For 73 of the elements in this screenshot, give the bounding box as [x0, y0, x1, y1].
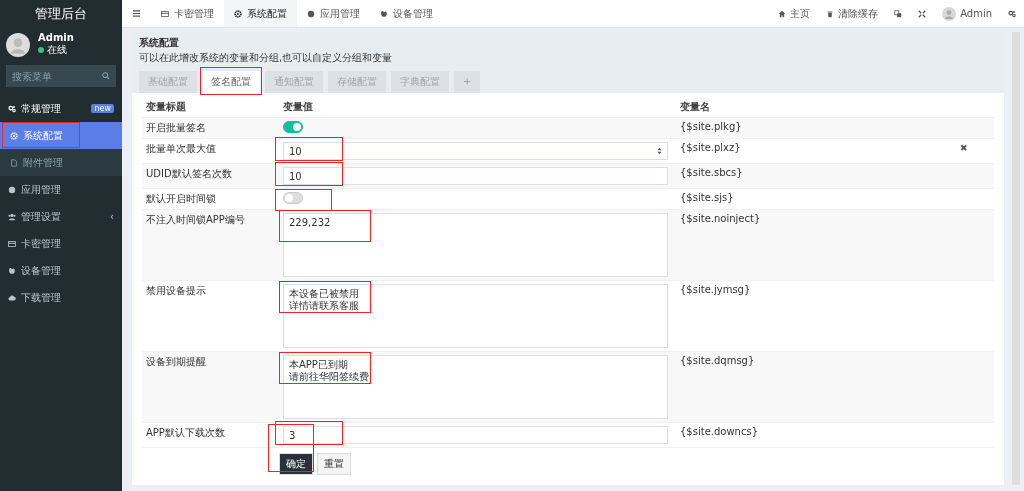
page-tab[interactable]: 系统配置 [224, 0, 297, 27]
menu-search-field[interactable]: 搜索菜单 [6, 65, 116, 87]
search-icon[interactable] [102, 72, 110, 80]
variable-name: {$site.plxz} [679, 141, 742, 155]
fullscreen-icon[interactable] [918, 9, 927, 18]
variable-name: {$site.sjs} [679, 191, 735, 205]
user-name: Admin [38, 32, 74, 43]
variable-name: {$site.jymsg} [679, 283, 752, 297]
circle-icon [307, 9, 315, 18]
card-icon [8, 239, 16, 248]
variable-name: {$site.dqmsg} [679, 354, 756, 368]
page-description: 可以在此增改系统的变量和分组,也可以自定义分组和变量 [139, 51, 394, 65]
apple-icon [8, 266, 16, 275]
sidebar-item[interactable]: 附件管理 [0, 149, 122, 176]
spinner-icon[interactable] [657, 147, 662, 155]
page-tab[interactable]: 设备管理 [370, 0, 443, 27]
confirm-button[interactable]: 确定 [279, 453, 313, 475]
menu-icon[interactable] [132, 9, 141, 18]
user-status: 在线 [47, 43, 67, 57]
online-dot [38, 47, 44, 53]
toolbar-link[interactable]: 主页 [770, 6, 819, 21]
gear-icon [10, 131, 18, 140]
user-avatar [6, 32, 30, 57]
gear-icon [234, 9, 242, 18]
variable-title: 开启批量签名 [145, 121, 207, 135]
column-header: 变量名 [679, 100, 711, 114]
variable-name: {$site.downcs} [679, 425, 760, 439]
variable-title: UDID默认签名次数 [145, 167, 233, 181]
column-header: 变量值 [283, 101, 313, 112]
circle-icon [8, 185, 16, 194]
gears-icon [8, 104, 16, 113]
page-tab[interactable]: 卡密管理 [151, 0, 224, 27]
column-header: 变量标题 [145, 100, 187, 114]
caret-icon: ‹ [110, 211, 114, 222]
variable-title: 默认开启时间锁 [145, 192, 217, 206]
variable-title: 禁用设备提示 [145, 284, 207, 298]
file-icon [10, 158, 18, 167]
value-textarea[interactable]: 229,232 [283, 213, 668, 277]
app-title: 管理后台 [34, 5, 88, 23]
sidebar-item[interactable]: 设备管理 [0, 257, 122, 284]
gears-icon [1008, 9, 1016, 18]
sidebar-item[interactable]: 应用管理 [0, 176, 122, 203]
apple-icon [380, 9, 388, 18]
remove-button[interactable]: ✖ [960, 143, 968, 153]
variable-name: {$site.noinject} [679, 212, 762, 226]
variable-title: APP默认下载次数 [145, 426, 226, 440]
sidebar-item[interactable]: 常规管理 new [0, 95, 122, 122]
reset-button[interactable]: 重置 [317, 453, 351, 475]
scrollbar[interactable] [1012, 32, 1020, 485]
avatar-icon [942, 6, 957, 21]
card-icon [161, 9, 169, 18]
sidebar-item[interactable]: 系统配置 [0, 122, 122, 149]
sidebar-item[interactable]: 管理设置 ‹ [0, 203, 122, 230]
page-title: 系统配置 [139, 36, 180, 50]
new-badge: new [91, 104, 114, 113]
variable-title: 设备到期提醒 [145, 355, 207, 369]
translate-icon[interactable] [894, 9, 903, 18]
value-textarea[interactable]: 本设备已被禁用 详情请联系客服 [283, 284, 668, 348]
sidebar-item[interactable]: 下载管理 [0, 284, 122, 311]
sidebar-item[interactable]: 卡密管理 [0, 230, 122, 257]
toolbar-link[interactable]: Admin [934, 6, 1000, 21]
toggle-switch[interactable] [283, 192, 303, 204]
variable-title: 批量单次最大值 [145, 142, 217, 156]
cloud-icon [8, 293, 16, 302]
variable-name: {$site.sbcs} [679, 166, 744, 180]
variable-name: {$site.plkg} [679, 120, 743, 134]
toggle-switch[interactable] [283, 121, 303, 133]
variable-title: 不注入时间锁APP编号 [145, 213, 246, 227]
users-icon [8, 212, 16, 221]
value-textarea[interactable]: 本APP已到期 请前往华阳签续费 [283, 355, 668, 419]
toolbar-link[interactable]: 清除缓存 [818, 6, 887, 21]
page-tab[interactable]: 应用管理 [297, 0, 370, 27]
home-icon [778, 9, 787, 18]
